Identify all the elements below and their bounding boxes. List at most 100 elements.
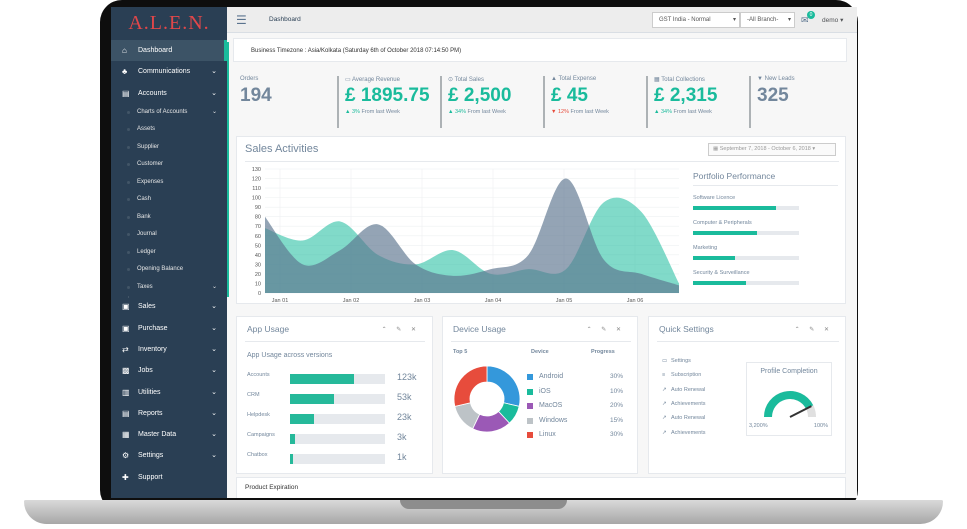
- app-usage-track: [290, 434, 385, 444]
- device-name: Linux: [539, 431, 556, 438]
- stat-label-text: Orders: [240, 76, 259, 82]
- portfolio-label: Computer & Peripherals: [693, 220, 752, 226]
- x-tick-label: Jan 03: [414, 298, 431, 304]
- submenu-item-ledger[interactable]: Ledger: [111, 243, 227, 262]
- submenu-item-label: Expenses: [137, 178, 164, 185]
- sidebar-item-utilities[interactable]: ▥ Utilities ⌄: [111, 382, 227, 403]
- submenu-item-assets[interactable]: Assets: [111, 121, 227, 139]
- profile-title: Profile Completion: [760, 368, 818, 375]
- stat-average-revenue: ▭ Average Revenue £ 1895.75 ▲ 3% From last…: [337, 76, 430, 128]
- date-range-picker[interactable]: ▦ September 7, 2018 - October 6, 2018 ▾: [708, 143, 836, 156]
- sidebar-item-label: Dashboard: [138, 47, 173, 54]
- legend-swatch: [527, 432, 533, 438]
- product-expiration-title: Product Expiration: [245, 484, 299, 491]
- submenu-item-charts-of-accounts[interactable]: Charts of Accounts ⌄: [111, 103, 227, 122]
- portfolio-fill: [693, 231, 757, 235]
- app-usage-value: 1k: [397, 452, 407, 462]
- chevron-down-icon: ⌄: [211, 431, 217, 439]
- device-pct: 10%: [610, 387, 624, 395]
- stat-orders: Orders 194: [234, 76, 272, 128]
- sidebar-item-inventory[interactable]: ⇄ Inventory ⌄: [111, 339, 227, 360]
- portfolio-fill: [693, 206, 776, 210]
- stat-label-text: Total Expense: [558, 76, 597, 82]
- date-range-value: September 7, 2018 - October 6, 2018: [719, 146, 811, 152]
- sidebar-item-reports[interactable]: ▤ Reports ⌄: [111, 403, 227, 424]
- sidebar-item-accounts[interactable]: ▤ Accounts ⌄: [111, 83, 227, 104]
- divider: [657, 341, 839, 342]
- user-menu[interactable]: demo ▾: [822, 16, 843, 24]
- sidebar-item-master-data[interactable]: ▦ Master Data ⌄: [111, 424, 227, 445]
- breadcrumb[interactable]: Dashboard: [269, 16, 301, 23]
- panel-controls-icon[interactable]: ⌃ ✎ ✕: [795, 326, 833, 333]
- sidebar-item-dashboard[interactable]: ⌂ Dashboard: [111, 40, 227, 62]
- panel-controls-icon[interactable]: ⌃ ✎ ✕: [587, 326, 625, 333]
- sidebar-item-jobs[interactable]: ▩ Jobs ⌄: [111, 360, 227, 381]
- portfolio-item: Marketing: [693, 243, 841, 268]
- sidebar-item-purchase[interactable]: ▣ Purchase ⌄: [111, 318, 227, 339]
- portfolio-item: Software Licence: [693, 193, 841, 218]
- business-timezone-bar: Business Timezone : Asia/Kolkata (Saturd…: [233, 38, 847, 62]
- submenu-item-taxes[interactable]: Taxes ⌄: [111, 278, 227, 297]
- submenu-item-bank[interactable]: Bank: [111, 208, 227, 227]
- stat-note: From last Week: [359, 109, 400, 115]
- portfolio-item: Security & Surveillance: [693, 268, 841, 293]
- submenu-item-journal[interactable]: Journal: [111, 226, 227, 244]
- arrow-up-icon: ▲: [345, 109, 351, 115]
- quick-setting-auto-renewal[interactable]: ↗ Auto Renewal: [662, 415, 705, 421]
- menu-toggle-icon[interactable]: ☰: [236, 13, 247, 27]
- stat-footer: ▲ 34% From last Week: [448, 107, 511, 117]
- submenu-item-cash[interactable]: Cash: [111, 191, 227, 209]
- app-usage-track: [290, 414, 385, 424]
- y-tick-label: 40: [255, 253, 261, 259]
- quick-setting-label: Achievements: [671, 400, 706, 407]
- quick-setting-label: Auto Renewal: [671, 415, 706, 422]
- portfolio-track: [693, 206, 799, 210]
- quick-setting-achievements[interactable]: ↗ Achievements: [662, 430, 706, 436]
- chevron-down-icon: ⌄: [211, 345, 217, 353]
- y-tick-label: 50: [255, 243, 261, 249]
- chart-icon: ↗: [662, 386, 667, 393]
- quick-setting-achievements[interactable]: ↗ Achievements: [662, 401, 706, 407]
- x-tick-label: Jan 06: [627, 298, 644, 304]
- quick-setting-label: Achievements: [671, 429, 706, 436]
- quick-setting-settings[interactable]: ▭ Settings: [662, 358, 691, 364]
- sidebar-item-support[interactable]: ✚ Support: [111, 467, 227, 488]
- device-name: MacOS: [539, 402, 563, 409]
- stat-label: ▭ Average Revenue: [345, 76, 430, 85]
- quick-setting-subscription[interactable]: ≡ Subscription: [662, 372, 701, 378]
- stat-footer: ▲ 34% From last Week: [654, 107, 717, 117]
- stat-icon: ▭: [345, 77, 351, 83]
- app-usage-track: [290, 454, 385, 464]
- chevron-down-icon: ⌄: [211, 324, 217, 332]
- app-name: Campaigns: [247, 432, 275, 438]
- sidebar-item-label: Support: [138, 473, 163, 481]
- panel-controls-icon[interactable]: ⌃ ✎ ✕: [382, 326, 420, 333]
- stat-value: £ 1895.75: [345, 85, 430, 106]
- quick-setting-auto-renewal[interactable]: ↗ Auto Renewal: [662, 387, 705, 393]
- stat-icon: ▦: [654, 77, 660, 83]
- chevron-down-icon: ⌄: [211, 452, 217, 460]
- stats-row: Orders 194 ▭ Average Revenue £ 1895.75 ▲ 3%…: [227, 68, 857, 134]
- app-logo[interactable]: A.L.E.N.: [111, 7, 227, 40]
- stat-change: 34%: [660, 109, 672, 115]
- sidebar-item-sales[interactable]: ▣ Sales ⌄: [111, 296, 227, 317]
- sidebar-item-settings[interactable]: ⚙ Settings ⌄: [111, 445, 227, 466]
- chevron-down-icon: ▾: [787, 17, 791, 23]
- submenu-item-supplier[interactable]: Supplier: [111, 138, 227, 157]
- sidebar: A.L.E.N. ⌂ Dashboard ♣ Communications ⌄ ▤ Acco…: [111, 7, 227, 498]
- stat-label: Orders: [240, 76, 272, 85]
- sidebar-item-label: Sales: [138, 303, 156, 311]
- submenu-item-opening-balance[interactable]: Opening Balance: [111, 261, 227, 279]
- submenu-item-expenses[interactable]: Expenses: [111, 173, 227, 192]
- x-tick-label: Jan 05: [556, 298, 573, 304]
- sidebar-item-communications[interactable]: ♣ Communications ⌄: [111, 61, 227, 82]
- legend-swatch: [527, 403, 533, 409]
- chevron-down-icon: ⌄: [211, 388, 217, 396]
- app-usage-row: Accounts 123k: [247, 372, 425, 391]
- branch-select[interactable]: -All Branch- ▾: [740, 12, 795, 28]
- tax-select[interactable]: GST India - Normal ▾: [652, 12, 740, 28]
- portfolio-fill: [693, 256, 736, 260]
- stat-label-text: Total Collections: [661, 77, 705, 83]
- quick-setting-label: Subscription: [671, 372, 702, 379]
- submenu-item-customer[interactable]: Customer: [111, 156, 227, 174]
